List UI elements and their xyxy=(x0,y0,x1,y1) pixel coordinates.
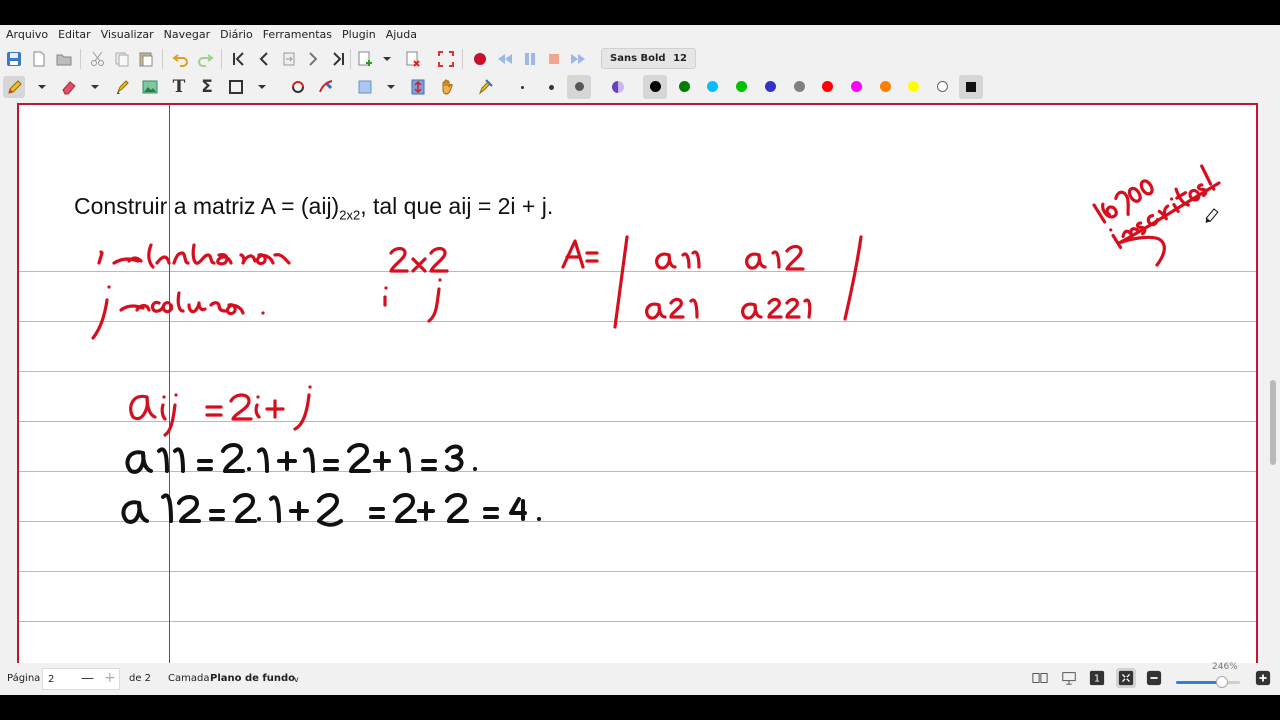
rectangle-icon[interactable] xyxy=(225,76,247,98)
menu-plugin[interactable]: Plugin xyxy=(337,28,381,41)
vertical-space-icon[interactable] xyxy=(407,76,429,98)
image-icon[interactable] xyxy=(139,76,161,98)
paste-icon[interactable] xyxy=(135,48,157,70)
shape-recognizer-icon[interactable] xyxy=(287,76,309,98)
fill-icon[interactable] xyxy=(607,76,629,98)
redo-icon[interactable] xyxy=(194,48,216,70)
thin-width-icon[interactable] xyxy=(521,86,524,89)
vertical-scrollbar[interactable] xyxy=(1270,380,1276,465)
hand-eraser-icon[interactable] xyxy=(315,76,337,98)
sigma-icon[interactable]: Σ xyxy=(196,76,218,98)
record-icon[interactable] xyxy=(469,48,491,70)
font-name: Sans Bold xyxy=(610,53,666,64)
page-decrement-button[interactable]: — xyxy=(81,671,94,686)
pen-icon[interactable] xyxy=(3,76,25,98)
last-page-icon[interactable] xyxy=(327,48,349,70)
color-swatch[interactable] xyxy=(736,81,748,92)
font-selector[interactable]: Sans Bold 12 xyxy=(601,48,696,69)
zoom-out-icon[interactable] xyxy=(1145,669,1163,687)
select-rect-icon[interactable] xyxy=(354,76,376,98)
color-swatch[interactable] xyxy=(850,81,862,92)
main-toolbar: Sans Bold 12 xyxy=(0,45,1280,73)
color-swatch[interactable] xyxy=(937,81,948,92)
page-number-input[interactable]: 2 xyxy=(48,674,54,685)
zoom-slider[interactable] xyxy=(1176,681,1240,684)
layer-select[interactable]: Plano de fundo xyxy=(210,673,295,684)
fast-forward-icon[interactable] xyxy=(567,48,589,70)
text-icon[interactable]: T xyxy=(168,76,190,98)
zoom-fit-icon[interactable] xyxy=(1116,668,1136,688)
zoom-label: 246% xyxy=(1212,662,1238,672)
stop-icon[interactable] xyxy=(543,48,565,70)
rewind-icon[interactable] xyxy=(494,48,516,70)
menu-ferramentas[interactable]: Ferramentas xyxy=(258,28,337,41)
new-icon[interactable] xyxy=(28,48,50,70)
color-swatch[interactable] xyxy=(764,81,776,92)
open-icon[interactable] xyxy=(53,48,75,70)
page-increment-button[interactable]: + xyxy=(104,670,116,686)
color-swatch[interactable] xyxy=(879,81,891,92)
zoom-slider-knob[interactable] xyxy=(1216,676,1229,688)
page-number-spinner[interactable]: 2 — + xyxy=(42,668,120,690)
zoom-in-icon[interactable] xyxy=(1254,669,1272,687)
medium-width-icon[interactable] xyxy=(549,85,554,90)
status-bar: Página 2 — + de 2 Camada Plano de fundo … xyxy=(0,662,1280,695)
highlighter-icon[interactable] xyxy=(111,76,133,98)
undo-icon[interactable] xyxy=(170,48,192,70)
color-swatch[interactable] xyxy=(707,81,719,92)
menu-visualizar[interactable]: Visualizar xyxy=(96,28,159,41)
menu-diario[interactable]: Diário xyxy=(215,28,258,41)
fullscreen-icon[interactable] xyxy=(435,48,457,70)
menu-navegar[interactable]: Navegar xyxy=(159,28,216,41)
color-swatch[interactable] xyxy=(793,81,805,92)
eraser-dropdown-icon[interactable] xyxy=(89,76,101,98)
delete-page-icon[interactable] xyxy=(401,48,423,70)
document-page[interactable]: Construir a matriz A = (aij)2x2, tal que… xyxy=(17,103,1258,663)
cut-icon[interactable] xyxy=(87,48,109,70)
shape-dropdown-icon[interactable] xyxy=(256,76,268,98)
layer-label: Camada xyxy=(168,673,210,684)
menu-ajuda[interactable]: Ajuda xyxy=(381,28,422,41)
svg-text:1: 1 xyxy=(1094,674,1100,685)
menu-bar: Arquivo Editar Visualizar Navegar Diário… xyxy=(0,25,1280,44)
xournal-window: Arquivo Editar Visualizar Navegar Diário… xyxy=(0,25,1280,695)
pause-icon[interactable] xyxy=(519,48,541,70)
default-tool-icon[interactable] xyxy=(474,76,496,98)
color-swatch[interactable] xyxy=(650,81,661,92)
goto-page-icon[interactable] xyxy=(278,48,300,70)
two-pages-icon[interactable] xyxy=(1031,669,1049,687)
layer-dropdown-icon[interactable]: v xyxy=(294,675,299,684)
hand-icon[interactable] xyxy=(436,76,458,98)
custom-color-icon[interactable] xyxy=(966,82,976,92)
eraser-icon[interactable] xyxy=(58,76,80,98)
copy-icon[interactable] xyxy=(111,48,133,70)
select-dropdown-icon[interactable] xyxy=(385,76,397,98)
pen-cursor-icon xyxy=(1205,208,1219,223)
page-total: de 2 xyxy=(129,673,152,684)
pen-dropdown-icon[interactable] xyxy=(36,76,48,98)
prev-page-icon[interactable] xyxy=(253,48,275,70)
presentation-mode-icon[interactable] xyxy=(1060,669,1078,687)
thick-width-icon[interactable] xyxy=(575,82,584,91)
new-page-icon[interactable] xyxy=(354,48,376,70)
menu-editar[interactable]: Editar xyxy=(53,28,96,41)
new-page-dropdown-icon[interactable] xyxy=(381,48,393,70)
color-swatch[interactable] xyxy=(678,81,690,92)
color-swatch[interactable] xyxy=(908,81,920,92)
color-swatch[interactable] xyxy=(822,81,834,92)
first-page-icon[interactable] xyxy=(228,48,250,70)
drawing-toolbar: T Σ xyxy=(0,73,1280,101)
zoom-100-icon[interactable]: 1 xyxy=(1088,669,1106,687)
font-size: 12 xyxy=(673,53,687,64)
page-label: Página xyxy=(7,673,41,684)
menu-arquivo[interactable]: Arquivo xyxy=(0,28,53,41)
handwriting-layer xyxy=(91,164,1221,527)
next-page-icon[interactable] xyxy=(302,48,324,70)
save-icon[interactable] xyxy=(3,48,25,70)
